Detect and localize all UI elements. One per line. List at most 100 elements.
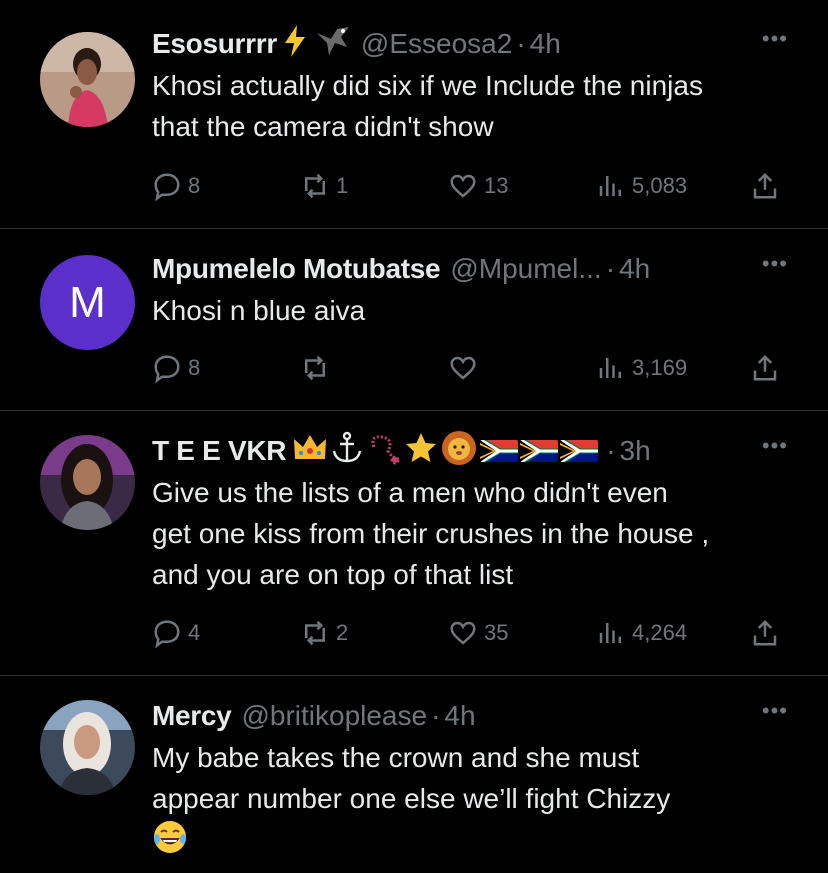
eagle-icon: [315, 25, 351, 64]
author-name[interactable]: T E E VKR: [152, 435, 287, 467]
star-icon: [404, 431, 438, 472]
tweet-3[interactable]: T E E VKR · 3h ••• Give us the lists of …: [0, 411, 828, 676]
like-button[interactable]: [448, 353, 484, 383]
like-button[interactable]: 13: [448, 171, 508, 201]
retweet-button[interactable]: 2: [300, 618, 348, 648]
retweet-icon: [305, 355, 325, 381]
retweet-icon: [305, 620, 325, 646]
prayer-beads-icon: [366, 431, 402, 472]
heart-icon: [450, 356, 476, 380]
views-button[interactable]: 3,169: [596, 353, 687, 383]
retweet-icon: [305, 173, 325, 199]
avatar-letter: M: [69, 277, 106, 327]
tweet-text: Give us the lists of a men who didn't ev…: [152, 472, 788, 595]
more-icon[interactable]: •••: [762, 251, 788, 277]
anchor-icon: [330, 431, 364, 472]
avatar-mpumelelo[interactable]: M: [40, 255, 135, 350]
tweet-text-line: get one kiss from their crushes in the h…: [152, 518, 710, 549]
separator-dot: ·: [605, 253, 616, 284]
share-button[interactable]: [750, 353, 780, 383]
tweet-header: Mercy @britikoplease · 4h •••: [152, 696, 788, 736]
action-bar: 8 1 13 5,083: [152, 166, 788, 206]
views-button[interactable]: 5,083: [596, 171, 687, 201]
reply-icon: [154, 355, 180, 383]
reply-count: 4: [188, 620, 201, 645]
more-icon[interactable]: •••: [762, 698, 788, 724]
tweet-text-line: [152, 819, 788, 866]
tweet-text-line: Khosi actually did six if we Include the…: [152, 70, 703, 101]
reply-button[interactable]: 8: [152, 171, 200, 201]
name-badges: [292, 430, 599, 473]
like-button[interactable]: 35: [448, 618, 508, 648]
timestamp[interactable]: 4h: [444, 700, 475, 732]
retweet-count: 2: [336, 620, 349, 645]
like-count: 35: [484, 620, 509, 645]
tweet-1[interactable]: Esosurrrr @Esseosa2 · 4h ••• Khosi actua…: [0, 0, 828, 229]
reply-count: 8: [188, 355, 201, 380]
author-name[interactable]: Mercy: [152, 700, 232, 732]
author-name[interactable]: Esosurrrr: [152, 28, 277, 60]
tweet-2[interactable]: M Mpumelelo Motubatse @Mpumel... · 4h ••…: [0, 229, 828, 411]
tweet-text-line: appear number one else we’ll fight Chizz…: [152, 783, 671, 814]
tweet-header: T E E VKR · 3h •••: [152, 430, 788, 473]
more-icon[interactable]: •••: [762, 26, 788, 52]
lightning-icon: [283, 24, 307, 64]
reply-button[interactable]: 8: [152, 353, 200, 383]
south-africa-flag-icon: [480, 440, 519, 462]
views-icon: [599, 623, 621, 643]
view-count: 5,083: [632, 173, 688, 198]
avatar-teevkr[interactable]: [40, 435, 135, 530]
south-africa-flag-icon: [560, 440, 599, 462]
reply-button[interactable]: 4: [152, 618, 200, 648]
reply-icon: [154, 173, 180, 201]
retweet-button[interactable]: 1: [300, 171, 348, 201]
author-handle[interactable]: @Esseosa2: [361, 28, 512, 60]
timestamp[interactable]: 4h: [530, 28, 561, 60]
author-handle[interactable]: @britikoplease: [241, 700, 427, 732]
tweet-text-line: Give us the lists of a men who didn't ev…: [152, 477, 668, 508]
separator-dot: ·: [606, 435, 616, 466]
share-button[interactable]: [750, 171, 780, 201]
heart-icon: [450, 621, 476, 645]
tweet-2-content: Mpumelelo Motubatse @Mpumel... · 4h ••• …: [152, 249, 788, 331]
tweet-text: Khosi n blue aiva: [152, 290, 788, 331]
timestamp[interactable]: 4h: [619, 253, 650, 285]
tweet-text: My babe takes the crown and she must app…: [152, 737, 788, 866]
tweet-text-line: Khosi n blue aiva: [152, 295, 366, 326]
like-count: 13: [484, 173, 509, 198]
view-count: 3,169: [632, 355, 688, 380]
reply-icon: [154, 620, 180, 648]
view-count: 4,264: [632, 620, 688, 645]
action-bar: 8 3,169: [152, 348, 788, 388]
crown-icon: [292, 433, 328, 470]
reply-count: 8: [188, 173, 201, 198]
tweet-header: Mpumelelo Motubatse @Mpumel... · 4h •••: [152, 249, 788, 289]
tweet-3-content: T E E VKR · 3h ••• Give us the lists of …: [152, 430, 788, 595]
views-icon: [599, 358, 621, 378]
heart-icon: [450, 174, 476, 198]
separator-dot: ·: [516, 28, 526, 59]
retweet-button[interactable]: [300, 353, 336, 383]
share-icon: [753, 354, 777, 381]
retweet-count: 1: [336, 173, 349, 198]
tweet-1-content: Esosurrrr @Esseosa2 · 4h ••• Khosi actua…: [152, 24, 788, 147]
views-button[interactable]: 4,264: [596, 618, 687, 648]
avatar-esosurrrr[interactable]: [40, 32, 135, 127]
author-name[interactable]: Mpumelelo Motubatse: [152, 253, 441, 285]
share-icon: [753, 619, 777, 646]
tweet-text-line: My babe takes the crown and she must: [152, 742, 640, 773]
separator-dot: ·: [431, 700, 441, 731]
share-icon: [753, 172, 777, 199]
share-button[interactable]: [750, 618, 780, 648]
tweet-text-line: and you are on top of that list: [152, 559, 514, 590]
tweet-4[interactable]: Mercy @britikoplease · 4h ••• My babe ta…: [0, 676, 828, 873]
more-icon[interactable]: •••: [762, 433, 788, 459]
lion-icon: [440, 430, 478, 473]
author-handle[interactable]: @Mpumel...: [450, 253, 601, 285]
views-icon: [599, 176, 621, 196]
tweet-4-content: Mercy @britikoplease · 4h ••• My babe ta…: [152, 696, 788, 866]
timestamp[interactable]: 3h: [620, 435, 651, 467]
south-africa-flag-icon: [520, 440, 559, 462]
avatar-mercy[interactable]: [40, 700, 135, 795]
name-badges: [283, 24, 351, 64]
